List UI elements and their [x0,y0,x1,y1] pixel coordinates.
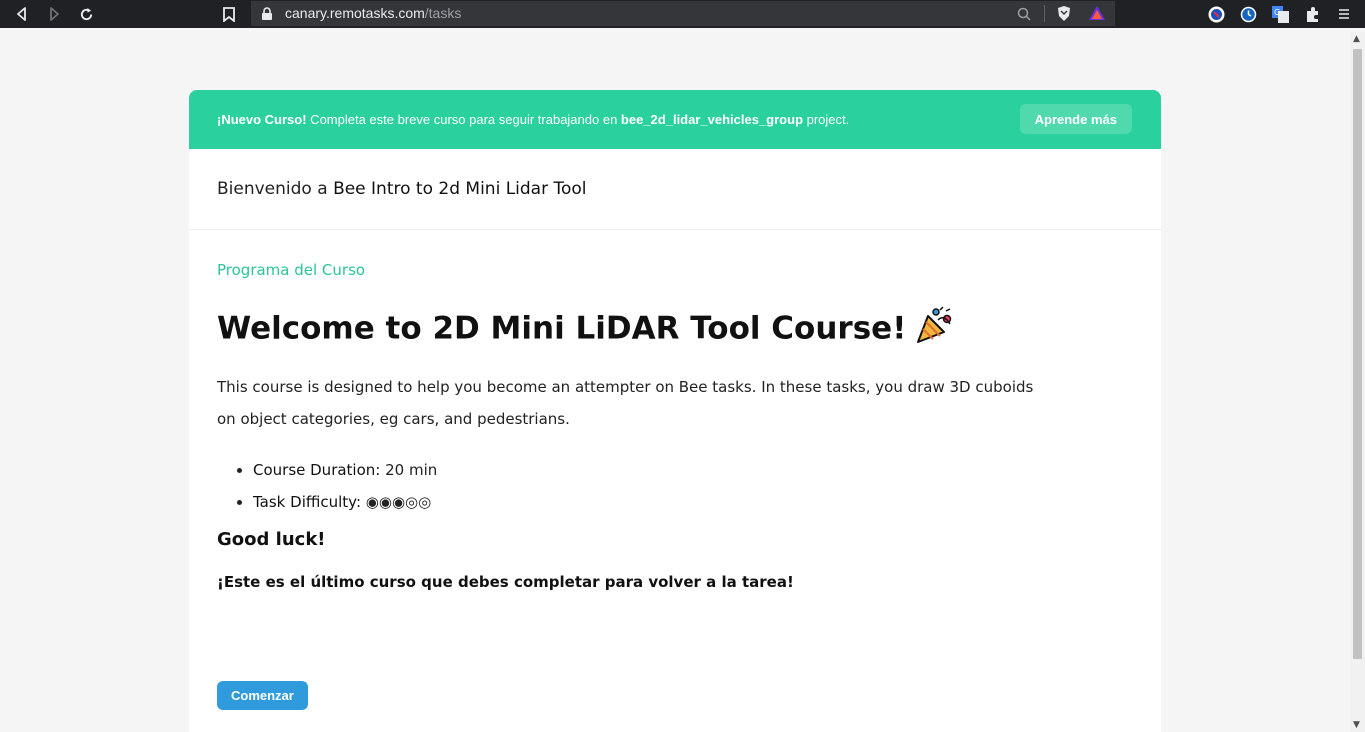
course-description: This course is designed to help you beco… [217,378,1034,428]
reload-icon[interactable] [76,4,96,24]
brave-shield-icon[interactable] [1056,5,1072,26]
address-bar[interactable]: canary.remotasks.com/tasks [251,1,1115,26]
good-luck-heading: Good luck! [217,529,326,550]
course-details-list: Course Duration: 20 min Task Difficulty:… [253,454,437,518]
svg-text:G: G [1274,8,1280,17]
welcome-prefix: Bienvenido a [217,179,334,199]
last-course-notice: ¡Este es el último curso que debes compl… [217,573,794,591]
list-item: Task Difficulty: ◉◉◉◎◎ [253,486,437,518]
scroll-up-icon[interactable]: ▲ [1353,34,1360,44]
extension-icon[interactable] [1303,5,1321,23]
divider [1044,5,1045,22]
scroll-down-icon[interactable]: ▼ [1353,720,1360,730]
back-icon[interactable] [12,4,32,24]
brave-rewards-icon[interactable] [1088,5,1106,25]
zoom-icon[interactable] [1017,6,1031,25]
menu-icon[interactable] [1335,5,1353,23]
course-name: Bee Intro to 2d Mini Lidar Tool [333,179,587,199]
extension-s-icon[interactable] [1207,5,1225,23]
bookmark-icon[interactable] [219,4,239,24]
translate-extension-icon[interactable]: G [1271,5,1289,23]
page-title: Welcome to 2D Mini LiDAR Tool Course! [217,306,954,354]
new-course-banner: ¡Nuevo Curso! Completa este breve curso … [189,90,1161,149]
scrollbar-thumb[interactable] [1353,49,1362,659]
url-text: canary.remotasks.com/tasks [285,5,462,21]
welcome-header: Bienvenido a Bee Intro to 2d Mini Lidar … [189,149,1161,230]
lock-icon [261,6,273,25]
learn-more-button[interactable]: Aprende más [1019,104,1132,134]
clock-extension-icon[interactable] [1239,5,1257,23]
start-button[interactable]: Comenzar [217,681,308,710]
banner-text: ¡Nuevo Curso! Completa este breve curso … [217,112,850,127]
section-label: Programa del Curso [217,261,366,279]
browser-toolbar: canary.remotasks.com/tasks G [0,0,1365,28]
page-scrollbar[interactable]: ▲ ▼ [1350,32,1365,732]
course-card: ¡Nuevo Curso! Completa este breve curso … [189,90,1161,732]
list-item: Course Duration: 20 min [253,454,437,486]
party-popper-icon [914,306,954,354]
forward-icon[interactable] [44,4,64,24]
